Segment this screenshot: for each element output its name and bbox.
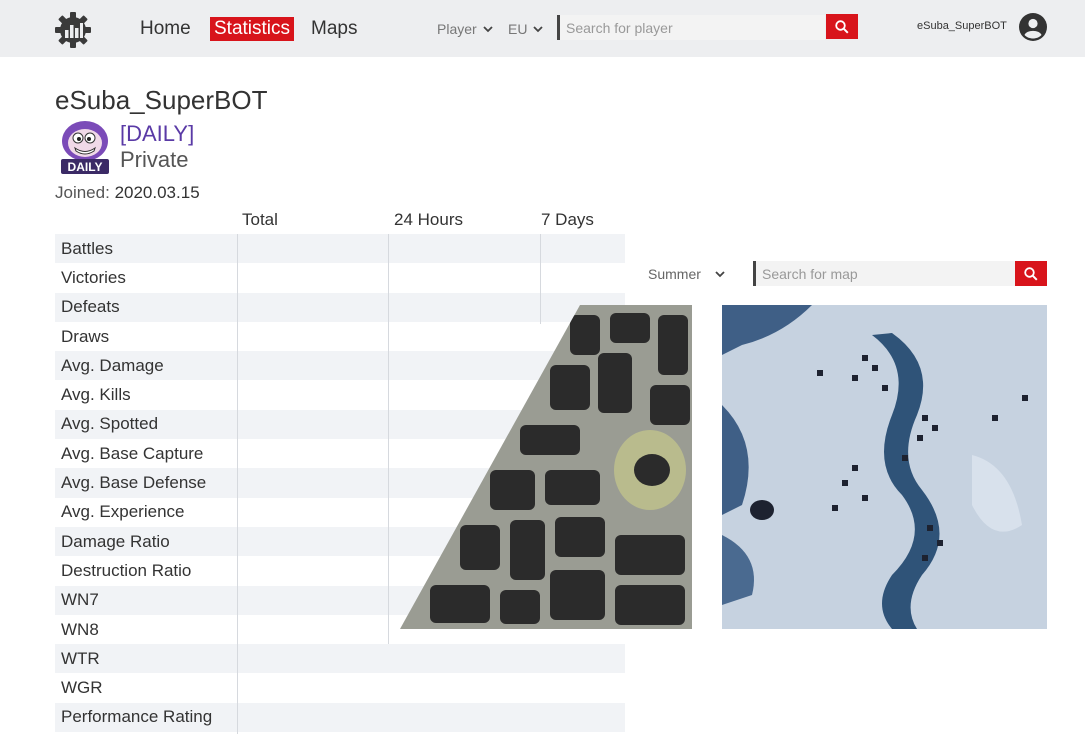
season-dropdown[interactable]: Summer <box>648 266 725 282</box>
search-icon <box>835 19 849 34</box>
stat-row-wtr: WTR <box>55 644 625 674</box>
region-dropdown[interactable]: EU <box>508 21 544 37</box>
stat-row-wgr: WGR <box>61 678 103 698</box>
column-divider <box>388 234 389 644</box>
clan-emblem-text: DAILY <box>68 160 103 174</box>
nav-home-link[interactable]: Home <box>140 17 191 41</box>
clan-role: Private <box>120 147 189 172</box>
column-header-24-hours: 24 Hours <box>394 210 463 229</box>
search-type-value: Player <box>437 21 477 37</box>
player-name-heading: eSuba_SuperBOT <box>55 85 268 115</box>
chevron-down-icon <box>483 25 493 32</box>
gear-chart-logo-icon[interactable] <box>54 11 92 49</box>
stat-row-performance-rating: Performance Rating <box>55 702 625 733</box>
city-map-thumbnail[interactable] <box>400 305 692 629</box>
player-search-button[interactable] <box>826 14 858 39</box>
season-value: Summer <box>648 266 701 282</box>
column-header-7-days: 7 Days <box>541 210 594 229</box>
user-avatar-icon[interactable] <box>1019 13 1047 41</box>
column-divider <box>237 234 238 734</box>
joined-date: Joined: 2020.03.15 <box>55 183 200 203</box>
current-username[interactable]: eSuba_SuperBOT <box>917 20 1007 32</box>
search-type-dropdown[interactable]: Player <box>437 21 493 37</box>
chevron-down-icon <box>533 25 544 32</box>
nav-maps-link[interactable]: Maps <box>311 17 357 41</box>
joined-value: 2020.03.15 <box>114 183 200 202</box>
player-search-input[interactable] <box>557 15 825 40</box>
winter-map-thumbnail[interactable] <box>722 305 1047 629</box>
joined-label: Joined: <box>55 183 110 202</box>
clan-tag-link[interactable]: [DAILY] <box>120 121 194 147</box>
map-search-button[interactable] <box>1015 261 1047 286</box>
map-search-input[interactable] <box>753 261 1015 286</box>
region-value: EU <box>508 21 528 37</box>
clan-emblem-icon[interactable]: DAILY <box>57 117 113 177</box>
top-navigation-bar: Home Statistics Maps Player EU eSuba_Sup… <box>0 0 1085 57</box>
search-icon <box>1024 266 1038 281</box>
chevron-down-icon <box>715 270 725 277</box>
column-header-total: Total <box>242 210 278 229</box>
nav-statistics-link[interactable]: Statistics <box>210 17 295 41</box>
